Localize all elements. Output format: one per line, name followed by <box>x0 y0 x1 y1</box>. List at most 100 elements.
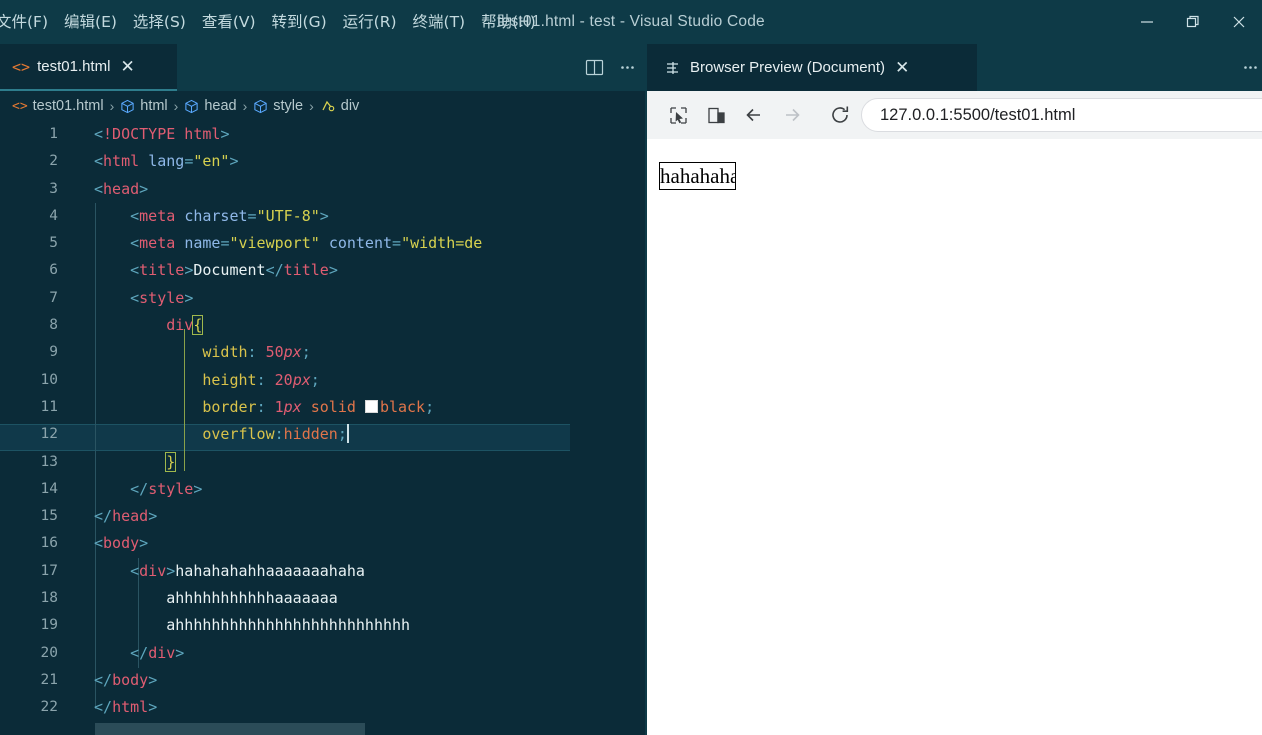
split-editor-icon <box>585 59 604 76</box>
breadcrumb-item-file[interactable]: <> test01.html <box>12 98 104 114</box>
line-number: 22 <box>40 699 58 716</box>
line-text: <meta name="viewport" content="width=de <box>130 234 483 253</box>
preview-tab-actions <box>1241 44 1260 91</box>
line-text: </style> <box>130 479 203 498</box>
line-text: border: 1px solid black; <box>202 397 435 416</box>
browser-toolbar: 127.0.0.1:5500/test01.html <box>647 91 1262 139</box>
element-cube-icon <box>253 99 268 114</box>
code-line: 20 </div> <box>0 640 647 667</box>
tab-browser-preview[interactable]: Browser Preview (Document) ✕ <box>647 44 977 91</box>
inspect-element-button[interactable] <box>661 98 695 132</box>
breadcrumb-separator: › <box>173 98 179 114</box>
cursor-select-icon <box>669 106 687 124</box>
device-toolbar-icon <box>707 107 725 123</box>
line-text: </html> <box>94 698 158 717</box>
reload-icon <box>832 106 849 123</box>
line-number: 20 <box>40 644 58 661</box>
tab-label: test01.html <box>37 58 111 75</box>
menu-item-terminal[interactable]: 终端(T) <box>405 0 474 44</box>
close-icon <box>1233 16 1245 28</box>
code-line: 21 </body> <box>0 667 647 694</box>
editor-tab-actions <box>585 44 637 91</box>
menu-item-selection[interactable]: 选择(S) <box>125 0 194 44</box>
breadcrumb-item-html[interactable]: html <box>120 98 168 114</box>
url-text: 127.0.0.1:5500/test01.html <box>880 105 1076 124</box>
preview-tab-bar: Browser Preview (Document) ✕ <box>647 44 1262 91</box>
device-toolbar-button[interactable] <box>699 98 733 132</box>
breadcrumb-item-style[interactable]: style <box>253 98 303 114</box>
line-number: 6 <box>49 262 58 279</box>
arrow-left-icon <box>746 108 760 122</box>
menu-item-file[interactable]: 文件(F) <box>0 0 56 44</box>
tab-test01-html[interactable]: <> test01.html ✕ <box>0 44 177 91</box>
line-number: 5 <box>49 235 58 252</box>
element-cube-icon <box>120 99 135 114</box>
line-text: <!DOCTYPE html> <box>94 125 230 143</box>
code-line: 18 ahhhhhhhhhhhaaaaaaa <box>0 585 647 612</box>
line-text: </div> <box>130 643 185 662</box>
line-text: <title>Document</title> <box>130 261 338 280</box>
html-file-icon: <> <box>12 98 28 114</box>
breadcrumb-label: test01.html <box>32 98 104 114</box>
code-line: 16 <body> <box>0 530 647 557</box>
line-number: 3 <box>49 180 58 197</box>
preview-tab-label: Browser Preview (Document) <box>690 59 886 76</box>
code-line: 2 <html lang="en"> <box>0 148 647 175</box>
forward-button[interactable] <box>775 98 809 132</box>
code-line: 9 width: 50px; <box>0 339 647 366</box>
code-line-active: 12 overflow:hidden; <box>0 421 647 448</box>
code-line: 6 <title>Document</title> <box>0 257 647 284</box>
line-number: 21 <box>40 671 58 688</box>
line-number: 16 <box>40 535 58 552</box>
menu-item-run[interactable]: 运行(R) <box>335 0 405 44</box>
line-text: div{ <box>166 315 204 336</box>
menu-item-edit[interactable]: 编辑(E) <box>56 0 125 44</box>
breadcrumb-item-head[interactable]: head <box>184 98 237 114</box>
menu-item-help[interactable]: 帮助(H) <box>473 0 544 44</box>
reload-button[interactable] <box>823 98 857 132</box>
ellipsis-icon <box>621 66 634 69</box>
editor-more-actions-button[interactable] <box>618 58 637 77</box>
browser-preview-panel: 127.0.0.1:5500/test01.html hahahahahhaaa… <box>647 91 1262 735</box>
editor-horizontal-scrollbar[interactable] <box>95 723 365 735</box>
breadcrumb-label: head <box>204 98 237 114</box>
menu-item-view[interactable]: 查看(V) <box>194 0 264 44</box>
line-text: <div>hahahahahhaaaaaaahaha <box>130 561 365 580</box>
breadcrumb-label: html <box>140 98 168 114</box>
code-line: 13 } <box>0 449 647 476</box>
line-text: } <box>165 451 177 472</box>
back-button[interactable] <box>737 98 771 132</box>
code-line: 8 div{ <box>0 312 647 339</box>
line-number: 14 <box>40 480 58 497</box>
minimize-icon <box>1141 21 1153 23</box>
minimize-button[interactable] <box>1124 0 1170 44</box>
menu-item-go[interactable]: 转到(G) <box>264 0 335 44</box>
restore-icon <box>1186 15 1199 28</box>
breadcrumb-item-div[interactable]: div <box>320 98 360 114</box>
line-text: width: 50px; <box>202 343 311 362</box>
breadcrumb-label: style <box>273 98 304 114</box>
css-rule-icon <box>320 98 336 114</box>
line-text: <html lang="en"> <box>94 152 239 171</box>
line-number: 9 <box>49 344 58 361</box>
vscode-window: 文件(F) 编辑(E) 选择(S) 查看(V) 转到(G) 运行(R) 终端(T… <box>0 0 1262 735</box>
restore-button[interactable] <box>1170 0 1216 44</box>
preview-tab-close-icon[interactable]: ✕ <box>895 59 909 76</box>
breadcrumb-separator: › <box>242 98 248 114</box>
code-editor[interactable]: 1 <!DOCTYPE html> 2 <html lang="en"> 3 <hea… <box>0 121 647 735</box>
line-number: 2 <box>49 153 58 170</box>
breadcrumb-label: div <box>340 98 360 114</box>
tab-close-icon[interactable]: ✕ <box>120 58 134 75</box>
line-text: ahhhhhhhhhhhaaaaaaa <box>166 589 338 608</box>
code-line: 5 <meta name="viewport" content="width=d… <box>0 230 647 257</box>
browser-preview-icon <box>665 60 681 76</box>
split-editor-button[interactable] <box>585 58 604 77</box>
code-lines: 1 <!DOCTYPE html> 2 <html lang="en"> 3 <hea… <box>0 121 647 722</box>
ellipsis-icon <box>1244 66 1257 69</box>
preview-more-actions-button[interactable] <box>1241 58 1260 77</box>
line-number: 18 <box>40 590 58 607</box>
code-line: 11 border: 1px solid black; <box>0 394 647 421</box>
close-button[interactable] <box>1216 0 1262 44</box>
address-bar[interactable]: 127.0.0.1:5500/test01.html <box>861 98 1262 132</box>
arrow-right-icon <box>786 108 800 122</box>
